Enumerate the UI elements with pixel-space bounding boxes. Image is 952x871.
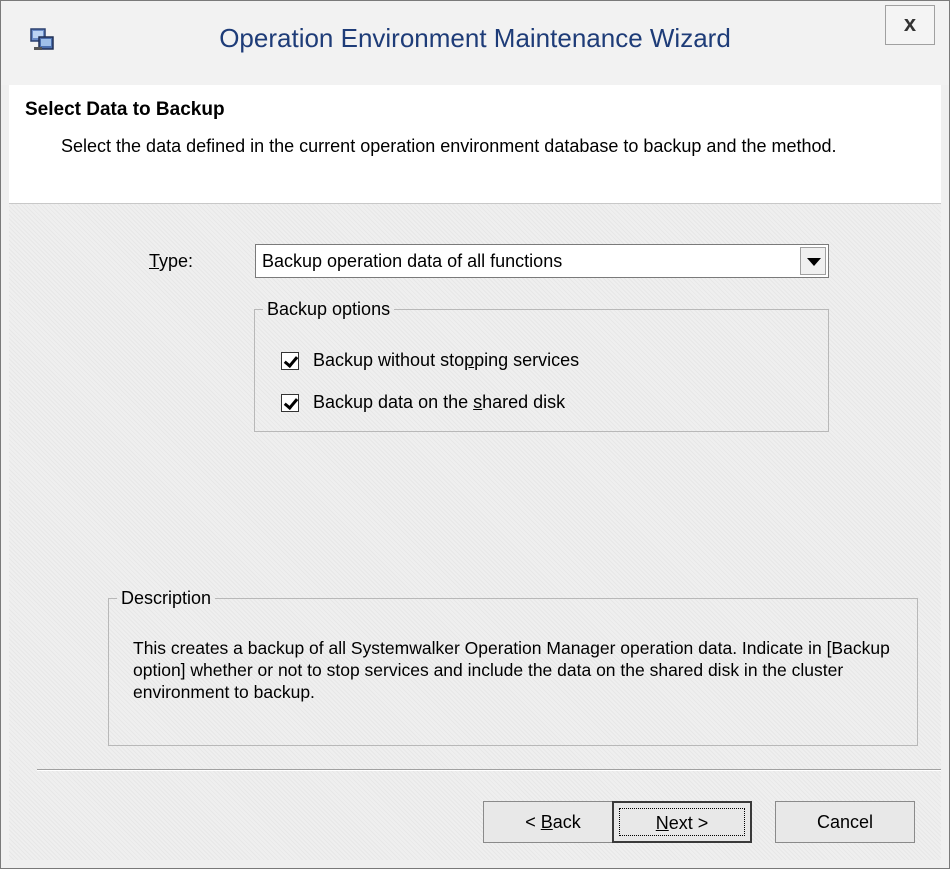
checkbox-backup-shared-disk[interactable]: Backup data on the shared disk [281,392,565,413]
type-select[interactable]: Backup operation data of all functions [255,244,829,278]
checkbox-label: Backup data on the shared disk [313,392,565,413]
next-label-post: ext > [668,813,709,833]
checkbox-label-accel: p [464,350,475,370]
checkbox-label-post: ping services [474,350,580,370]
title-bar: Operation Environment Maintenance Wizard… [1,1,949,85]
back-button[interactable]: < Back [483,801,623,843]
back-label-pre: < [525,812,541,832]
checkbox-label-accel: s [473,392,483,412]
description-group: Description This creates a backup of all… [108,588,918,746]
backup-options-legend: Backup options [267,299,391,319]
cancel-button[interactable]: Cancel [775,801,915,843]
checkbox-label-pre: Backup data on the [313,392,474,412]
back-label-post: ack [552,812,581,832]
checkbox-label-pre: Backup without sto [313,350,465,370]
next-label: Next > [656,813,709,833]
checkbox-checked-icon[interactable] [281,393,299,412]
checkbox-label-post: hared disk [482,392,566,412]
description-legend: Description [121,588,212,608]
divider [37,769,941,771]
page-title: Select Data to Backup [25,99,225,120]
type-label-rest: ype: [159,251,194,271]
checkbox-checked-icon[interactable] [281,351,299,370]
wizard-body: Type: Backup operation data of all funct… [9,204,941,860]
description-text: This creates a backup of all Systemwalke… [133,638,890,702]
type-label-accel: T [149,251,160,271]
type-select-value: Backup operation data of all functions [262,251,563,271]
next-label-accel: N [655,813,669,833]
wizard-window: Operation Environment Maintenance Wizard… [0,0,950,869]
close-button[interactable]: x [885,5,935,45]
wizard-header: Select Data to Backup Select the data de… [9,85,941,204]
back-label-accel: B [540,812,553,832]
backup-options-group: Backup options Backup without stopping s… [254,299,829,432]
type-label: Type: [149,251,193,272]
page-description: Select the data defined in the current o… [61,136,837,156]
next-button[interactable]: Next > [612,801,752,843]
checkbox-label: Backup without stopping services [313,350,579,371]
checkbox-backup-without-stopping[interactable]: Backup without stopping services [281,350,579,371]
window-title: Operation Environment Maintenance Wizard [219,23,731,53]
dropdown-arrow-icon[interactable] [800,247,826,275]
